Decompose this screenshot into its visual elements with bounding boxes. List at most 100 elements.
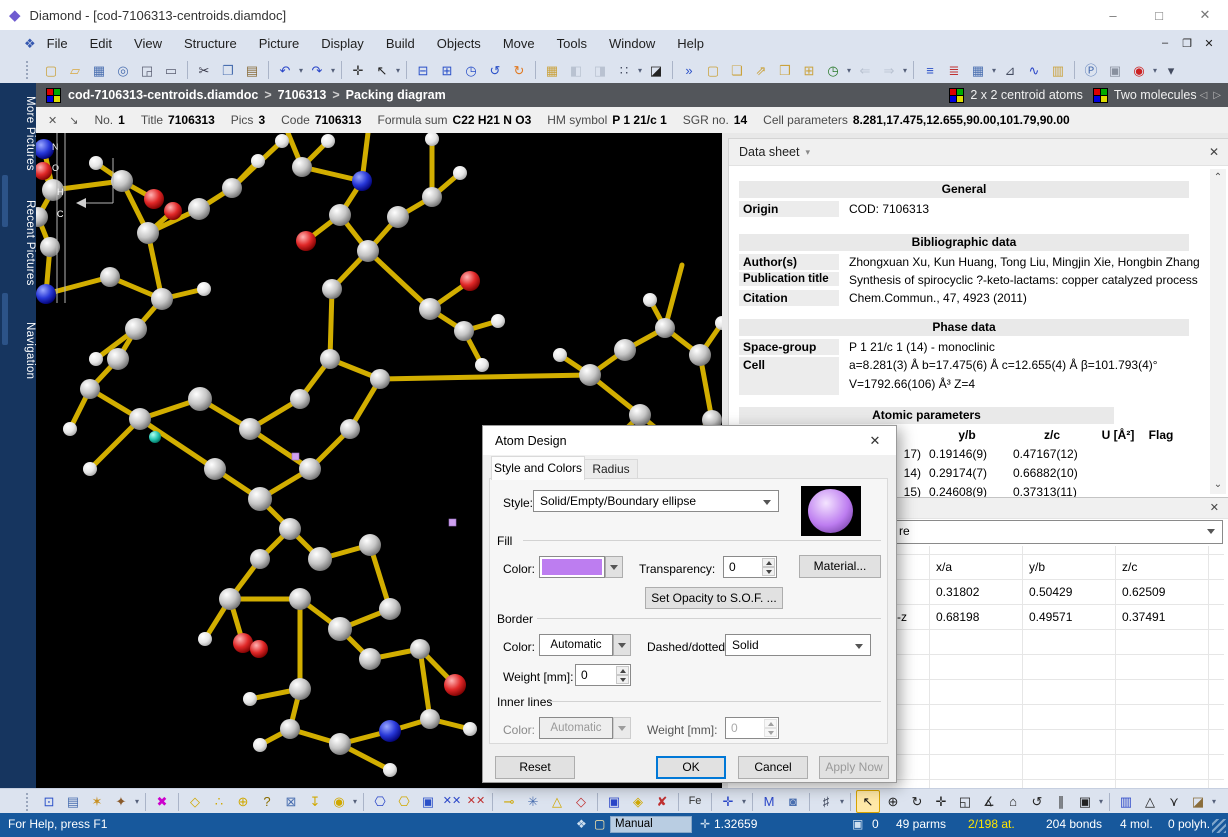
dropdown-arrow-icon[interactable]: ▾ bbox=[394, 66, 402, 75]
atom-h[interactable] bbox=[275, 134, 289, 148]
atom-n[interactable] bbox=[352, 171, 372, 191]
dropdown-arrow-icon[interactable]: ▾ bbox=[351, 797, 359, 806]
create-bond-icon[interactable]: ⊸ bbox=[498, 791, 520, 812]
atom-h[interactable] bbox=[491, 314, 505, 328]
atom-c[interactable] bbox=[357, 240, 379, 262]
atom-c[interactable] bbox=[379, 598, 401, 620]
grow-molecule-yellow-icon[interactable]: ⎔ bbox=[393, 791, 415, 812]
copy-icon[interactable]: ❐ bbox=[217, 60, 239, 81]
atom-h[interactable] bbox=[383, 763, 397, 777]
dropdown-arrow-icon[interactable]: ▾ bbox=[1097, 797, 1105, 806]
atomic-cell[interactable]: 0.66882(10) bbox=[1009, 466, 1095, 480]
atom-c[interactable] bbox=[219, 588, 241, 610]
move-atoms-icon[interactable]: ✛ bbox=[717, 791, 739, 812]
sidebar-tab-more-pictures[interactable]: More Pictures bbox=[0, 89, 36, 177]
measure-torsions-icon[interactable]: ⋎ bbox=[1163, 791, 1185, 812]
scroll-down-icon[interactable]: ⌄ bbox=[1210, 476, 1226, 494]
atom-c[interactable] bbox=[320, 349, 340, 369]
atom-c[interactable] bbox=[614, 339, 636, 361]
paste-picture-icon[interactable]: ❒ bbox=[774, 60, 796, 81]
maximize-button[interactable]: □ bbox=[1136, 0, 1182, 30]
filter-atoms-icon[interactable]: ◉ bbox=[328, 791, 350, 812]
style-dropdown[interactable]: Solid/Empty/Boundary ellipse bbox=[533, 490, 779, 512]
atom-c[interactable] bbox=[151, 288, 173, 310]
spinner-up-icon[interactable] bbox=[762, 558, 775, 567]
structure-pane-icon[interactable]: ⊡ bbox=[38, 791, 60, 812]
atom-h[interactable] bbox=[197, 282, 211, 296]
structure-wizard-icon[interactable]: ✶ bbox=[86, 791, 108, 812]
tab-scroll-left-icon[interactable]: ◁ bbox=[1197, 90, 1211, 101]
refresh-view-icon[interactable]: ↻ bbox=[508, 60, 530, 81]
reset-button[interactable]: Reset bbox=[495, 756, 575, 779]
selection-marker[interactable] bbox=[292, 453, 299, 460]
animation-options-icon[interactable]: ▣ bbox=[1074, 791, 1096, 812]
atom-c[interactable] bbox=[279, 518, 301, 540]
atom-o[interactable] bbox=[233, 633, 253, 653]
atom-c[interactable] bbox=[289, 588, 311, 610]
atom-h[interactable] bbox=[89, 352, 103, 366]
forward-icon[interactable]: ⇒ bbox=[878, 60, 900, 81]
fill-unit-cell-icon[interactable]: ◇ bbox=[184, 791, 206, 812]
atom-n[interactable] bbox=[36, 284, 56, 304]
atom-h[interactable] bbox=[243, 692, 257, 706]
build-tools-icon[interactable]: ✦ bbox=[110, 791, 132, 812]
atom-h[interactable] bbox=[198, 632, 212, 646]
atom-h[interactable] bbox=[643, 293, 657, 307]
material-button[interactable]: Material... bbox=[799, 555, 881, 578]
dropdown-arrow-icon[interactable]: ▾ bbox=[636, 66, 644, 75]
selection-marker[interactable] bbox=[449, 519, 456, 526]
menu-edit[interactable]: Edit bbox=[79, 36, 123, 51]
menu-objects[interactable]: Objects bbox=[426, 36, 492, 51]
breadcrumb-segment[interactable]: Packing diagram bbox=[346, 88, 446, 102]
previous-table-icon[interactable]: ◧ bbox=[565, 60, 587, 81]
atom-o[interactable] bbox=[444, 674, 466, 696]
toolbar-overflow-icon[interactable]: ▾ bbox=[1160, 60, 1182, 81]
coord-cell[interactable]: 0.50429 bbox=[1029, 585, 1072, 599]
close-infobar-icon[interactable]: ✕ bbox=[48, 114, 57, 127]
atom-symbol-fe-icon[interactable]: Fe bbox=[684, 791, 706, 812]
dropdown-arrow-icon[interactable]: ▾ bbox=[845, 66, 853, 75]
data-sheet-table-icon[interactable]: ▦ bbox=[541, 60, 563, 81]
complete-fragments-icon[interactable]: ? bbox=[256, 791, 278, 812]
chevron-down-icon[interactable] bbox=[855, 644, 863, 649]
remove-polyhedron-icon[interactable]: ◇ bbox=[570, 791, 592, 812]
atom-c[interactable] bbox=[36, 207, 48, 227]
data-sheet-header[interactable]: Data sheet ▾ ✕ bbox=[729, 139, 1228, 166]
back-icon[interactable]: ⇐ bbox=[854, 60, 876, 81]
atom-c[interactable] bbox=[250, 549, 270, 569]
spinner-down-icon[interactable] bbox=[616, 675, 629, 684]
bond[interactable] bbox=[140, 419, 215, 469]
dashed-dotted-dropdown[interactable]: Solid bbox=[725, 634, 871, 656]
document-icon[interactable]: ❖ bbox=[24, 36, 36, 52]
sidebar-tab-navigation[interactable]: Navigation bbox=[0, 307, 36, 395]
atom-c[interactable] bbox=[359, 534, 381, 556]
set-viewing-angle-icon[interactable]: ∡ bbox=[978, 791, 1000, 812]
atom-h[interactable] bbox=[63, 422, 77, 436]
coord-cell[interactable]: 0.68198 bbox=[936, 610, 979, 624]
atom-h[interactable] bbox=[475, 358, 489, 372]
move-picture-icon[interactable]: ⊕ bbox=[882, 791, 904, 812]
tab-scroll-right-icon[interactable]: ▷ bbox=[1210, 90, 1224, 101]
picture-mode-icon[interactable]: ◙ bbox=[782, 791, 804, 812]
minimize-button[interactable]: – bbox=[1090, 0, 1136, 30]
dropdown-arrow-icon[interactable]: ▾ bbox=[133, 797, 141, 806]
mdi-restore-button[interactable]: ❐ bbox=[1176, 37, 1198, 50]
atom-c[interactable] bbox=[308, 547, 332, 571]
menu-picture[interactable]: Picture bbox=[248, 36, 310, 51]
fill-color-swatch-box[interactable] bbox=[539, 556, 605, 578]
atom-c[interactable] bbox=[289, 678, 311, 700]
sidebar-tab-recent-pictures[interactable]: Recent Pictures bbox=[0, 191, 36, 295]
dropdown-arrow-icon[interactable]: ▾ bbox=[901, 66, 909, 75]
powder-pattern-icon[interactable]: ∿ bbox=[1023, 60, 1045, 81]
atom-c[interactable] bbox=[410, 639, 430, 659]
atom-c[interactable] bbox=[329, 733, 351, 755]
new-document-icon[interactable]: ▢ bbox=[40, 60, 62, 81]
atom-c[interactable] bbox=[188, 198, 210, 220]
atom-h[interactable] bbox=[83, 462, 97, 476]
atom-o[interactable] bbox=[460, 271, 480, 291]
atomic-parameters-table[interactable]: y/bz/cU [Å²]Flag17)0.19146(9)0.47167(12)… bbox=[889, 425, 1181, 501]
atom-c[interactable] bbox=[340, 419, 360, 439]
bond[interactable] bbox=[330, 289, 332, 359]
find-icon[interactable]: ◎ bbox=[112, 60, 134, 81]
cut-icon[interactable]: ✂ bbox=[193, 60, 215, 81]
